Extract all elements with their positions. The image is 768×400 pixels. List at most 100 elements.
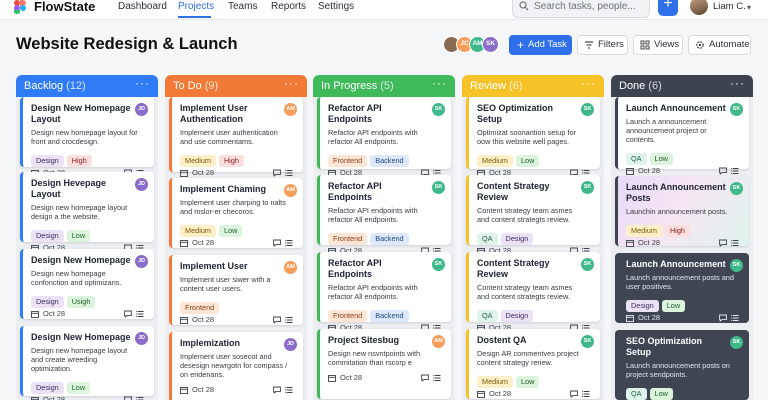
checklist-icon[interactable] [285, 386, 293, 398]
task-card[interactable]: Design Hevepage Layout Design new homepag… [20, 172, 154, 252]
checklist-icon[interactable] [136, 310, 144, 322]
column-header[interactable]: Backlog (12) ··· [16, 75, 158, 97]
task-card[interactable]: Project Sitesbug Design new nsvntpoints w… [317, 329, 451, 399]
more-options-icon[interactable]: ··· [432, 72, 447, 94]
assignee-avatar[interactable]: JD [135, 255, 148, 268]
task-card[interactable]: Content Strategy Review Content strategy … [466, 175, 600, 255]
assignee-avatar[interactable]: SK [581, 258, 594, 271]
more-options-icon[interactable]: ··· [135, 72, 150, 94]
user-avatar[interactable] [690, 0, 708, 15]
tag-badge[interactable]: High [66, 155, 92, 167]
column-header[interactable]: To Do (9) ··· [165, 75, 307, 97]
assignee-avatar[interactable]: SK [730, 259, 743, 272]
more-options-icon[interactable]: ··· [581, 72, 596, 94]
comment-icon[interactable] [719, 314, 727, 326]
tag-badge[interactable]: Backend [370, 310, 409, 322]
checklist-icon[interactable] [731, 239, 739, 251]
task-card[interactable]: Content Strategy Review Content strategy … [466, 252, 600, 332]
flowstate-logo-icon[interactable] [14, 0, 26, 14]
task-card[interactable]: Design New Homepage Design new homepage c… [20, 249, 154, 319]
task-card[interactable]: SEO Optimization Setup Launch announcemen… [615, 330, 749, 400]
assignee-avatar[interactable]: JD [284, 338, 297, 351]
checklist-icon[interactable] [582, 390, 590, 400]
comment-icon[interactable] [124, 310, 132, 322]
task-card[interactable]: Implement User Implement user siwer with … [169, 255, 303, 325]
assignee-avatar[interactable]: SK [581, 181, 594, 194]
team-avatar[interactable]: SK [482, 36, 499, 53]
assignee-avatar[interactable]: SK [581, 335, 594, 348]
checklist-icon[interactable] [285, 239, 293, 251]
tag-badge[interactable]: Design [31, 296, 64, 308]
task-card[interactable]: Launch Announcement Launch announcement p… [615, 253, 749, 323]
app-name[interactable]: FlowState [34, 0, 95, 14]
task-card[interactable]: Refactor API Endpoints Refactor API endpo… [317, 97, 451, 177]
assignee-avatar[interactable]: AM [284, 103, 297, 116]
add-task-button[interactable]: + Add Task [509, 35, 572, 55]
task-card[interactable]: Launch Announcement Posts Launchin announ… [615, 176, 749, 247]
task-card[interactable]: SEO Optimization Setup Optimizat soonanti… [466, 97, 600, 177]
task-card[interactable]: Design New Homepage Design new homepage l… [20, 326, 154, 400]
task-card[interactable]: Launch Announcement Launch a announcement… [615, 97, 749, 175]
nav-settings[interactable]: Settings [318, 0, 354, 13]
checklist-icon[interactable] [731, 314, 739, 326]
tag-badge[interactable]: Frontend [180, 302, 220, 314]
tag-badge[interactable]: Low [649, 153, 673, 165]
tag-badge[interactable]: Low [515, 155, 540, 167]
assignee-avatar[interactable]: SK [432, 181, 445, 194]
checklist-icon[interactable] [285, 316, 293, 328]
views-button[interactable]: Views [633, 35, 683, 55]
tag-badge[interactable]: Medium [477, 376, 513, 388]
assignee-avatar[interactable]: SK [581, 103, 594, 116]
comment-icon[interactable] [124, 396, 132, 400]
assignee-avatar[interactable]: AM [284, 184, 297, 197]
tag-badge[interactable]: Frontend [328, 310, 368, 322]
checklist-icon[interactable] [136, 396, 144, 400]
task-card[interactable]: Design New Homepage Layout Design new hom… [20, 97, 154, 177]
comment-icon[interactable] [719, 239, 727, 251]
comment-icon[interactable] [273, 316, 281, 328]
column-header[interactable]: Done (6) ··· [611, 75, 753, 97]
checklist-icon[interactable] [433, 374, 441, 386]
assignee-avatar[interactable]: SK [730, 182, 743, 195]
tag-badge[interactable]: QA [626, 153, 647, 165]
user-name[interactable]: Liam C. [713, 1, 746, 12]
tag-badge[interactable]: Design [31, 155, 64, 167]
chevron-down-icon[interactable]: ▾ [747, 3, 751, 12]
tag-badge[interactable]: Medium [180, 155, 216, 167]
task-card[interactable]: Implement User Authentication Implement u… [169, 97, 303, 177]
nav-teams[interactable]: Teams [228, 0, 257, 13]
tag-badge[interactable]: Low [661, 300, 686, 312]
tag-badge[interactable]: High [218, 155, 244, 167]
automate-button[interactable]: Automate [688, 35, 751, 55]
tag-badge[interactable]: Backend [370, 233, 409, 245]
more-options-icon[interactable]: ··· [284, 72, 299, 94]
task-card[interactable]: Refactor API Endpoints Refactor API endpo… [317, 252, 451, 332]
comment-icon[interactable] [273, 386, 281, 398]
search-input[interactable]: Search tasks, people... [512, 0, 650, 18]
assignee-avatar[interactable]: SK [432, 258, 445, 271]
task-card[interactable]: Dostent QA Design AR commentves project c… [466, 329, 600, 399]
tag-badge[interactable]: Design [31, 230, 64, 242]
more-options-icon[interactable]: ··· [730, 72, 745, 94]
tag-badge[interactable]: Design [626, 300, 659, 312]
task-card[interactable]: Implemization Implement user sosecot and … [169, 332, 303, 400]
task-card[interactable]: Refactor API Endpoints Refactor API endpo… [317, 175, 451, 255]
nav-reports[interactable]: Reports [271, 0, 306, 13]
tag-badge[interactable]: QA [626, 388, 647, 400]
tag-badge[interactable]: Medium [626, 225, 662, 237]
nav-projects[interactable]: Projects [178, 0, 214, 13]
tag-badge[interactable]: Design [500, 233, 534, 245]
tag-badge[interactable]: Design [500, 310, 534, 322]
assignee-avatar[interactable]: JD [135, 332, 148, 345]
assignee-avatar[interactable]: JD [135, 178, 148, 191]
tag-badge[interactable]: Medium [180, 225, 216, 237]
assignee-avatar[interactable]: SK [730, 336, 743, 349]
task-card[interactable]: Implement Chaming Implement user charping… [169, 178, 303, 248]
assignee-avatar[interactable]: SK [730, 103, 743, 116]
assignee-avatar[interactable]: AM [284, 261, 297, 274]
tag-badge[interactable]: Frontend [328, 155, 368, 167]
tag-badge[interactable]: QA [477, 310, 498, 322]
tag-badge[interactable]: High [664, 225, 690, 237]
tag-badge[interactable]: QA [477, 233, 498, 245]
assignee-avatar[interactable]: AM [432, 335, 445, 348]
